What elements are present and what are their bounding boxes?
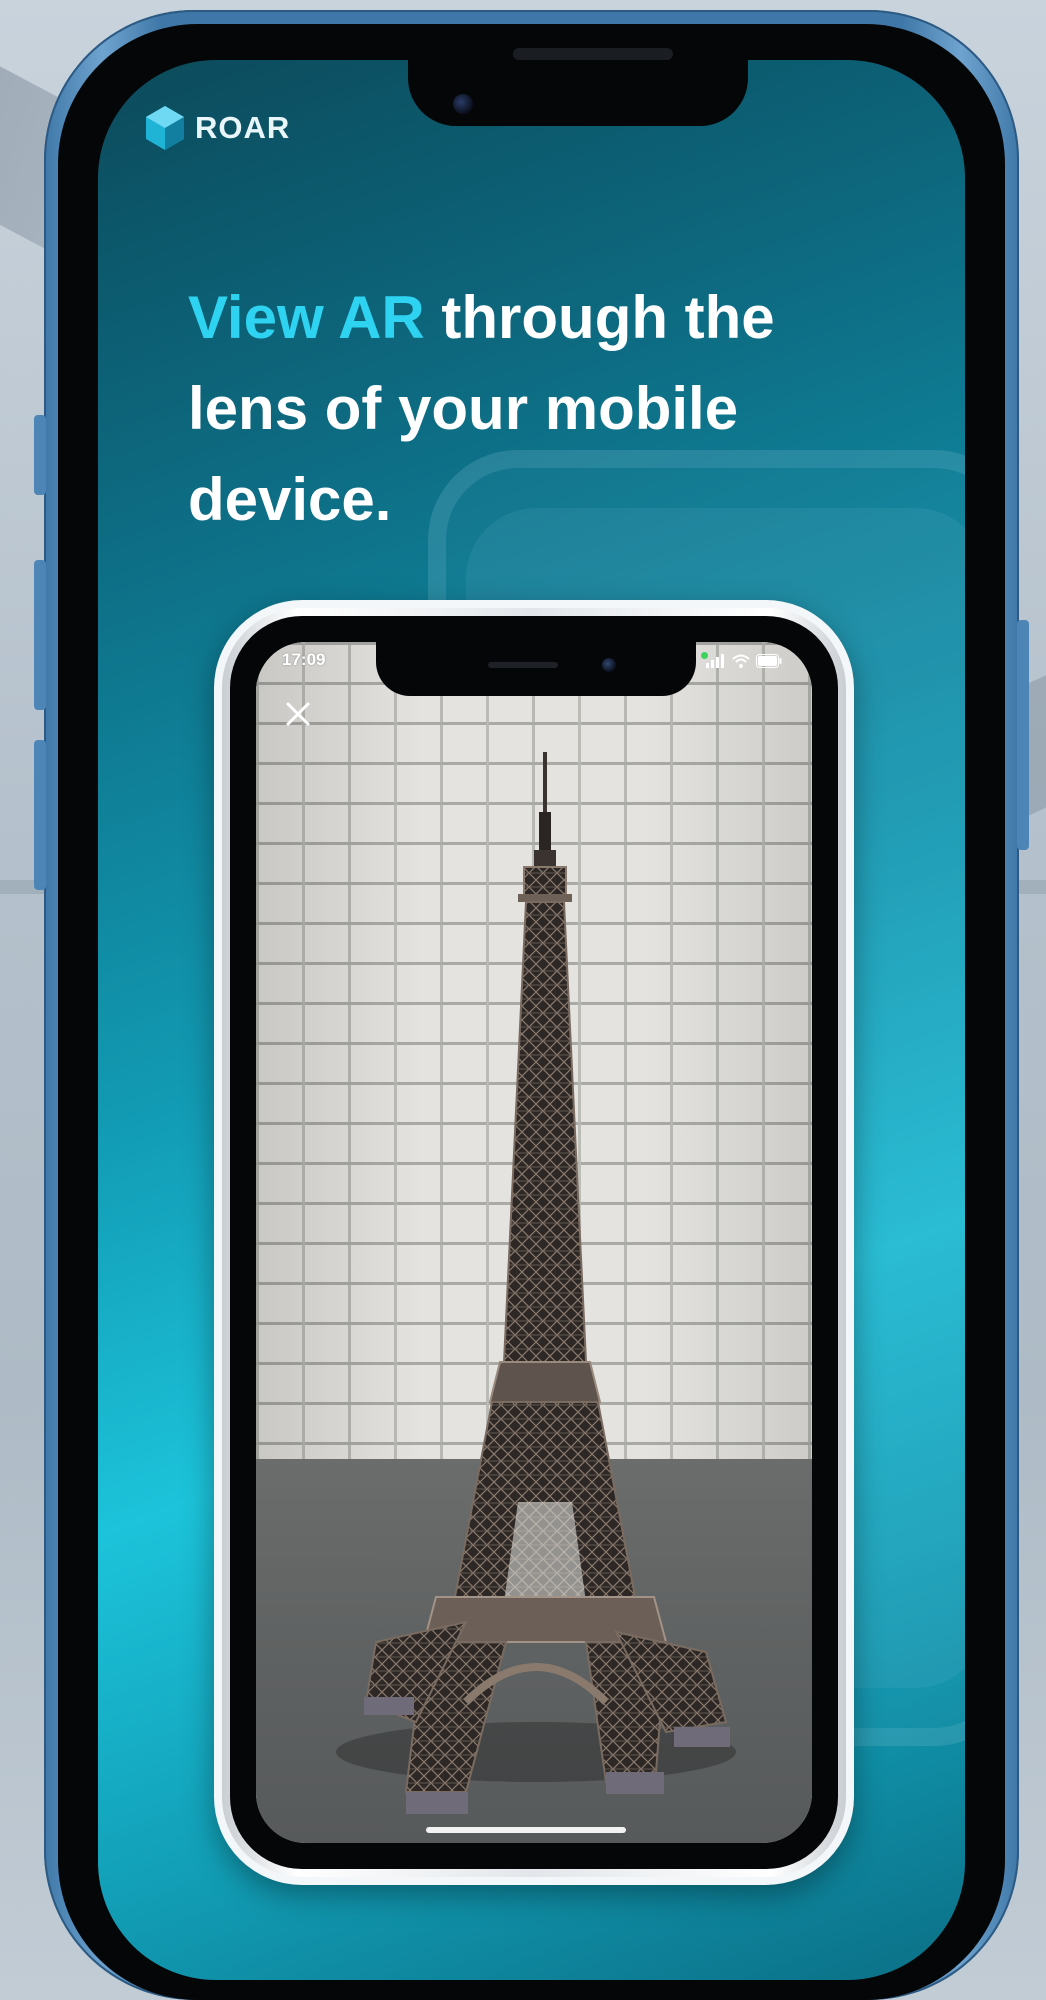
camera-icon [602,658,616,672]
headline-line2: lens of your mobile [188,375,739,442]
camera-icon [453,94,473,114]
brand-name: ROAR [195,110,291,145]
side-button [34,415,46,495]
headline: View AR through the lens of your mobile … [188,272,888,545]
status-icons [706,654,782,668]
hexagon-logo-icon [143,104,187,152]
brand-logo: ROAR [143,104,290,152]
battery-icon [756,654,782,668]
headline-line3: device. [188,466,392,533]
status-time: 17:09 [282,650,326,669]
volume-up-button [34,560,46,710]
inner-notch [376,642,696,696]
wifi-icon [732,654,750,668]
camera-active-indicator [701,652,708,659]
headline-line1: through the [424,284,775,351]
home-indicator[interactable] [426,1827,626,1833]
signal-icon [706,654,724,668]
power-button [1017,620,1029,850]
eiffel-tower-model [336,752,736,1814]
ar-camera-view: 17:09 [256,642,812,1843]
headline-accent: View AR [188,284,425,351]
close-icon[interactable] [280,696,316,732]
speaker-grille [488,662,558,668]
inner-phone-mockup: 17:09 [214,600,854,1885]
volume-down-button [34,740,46,890]
speaker-grille [513,48,673,60]
